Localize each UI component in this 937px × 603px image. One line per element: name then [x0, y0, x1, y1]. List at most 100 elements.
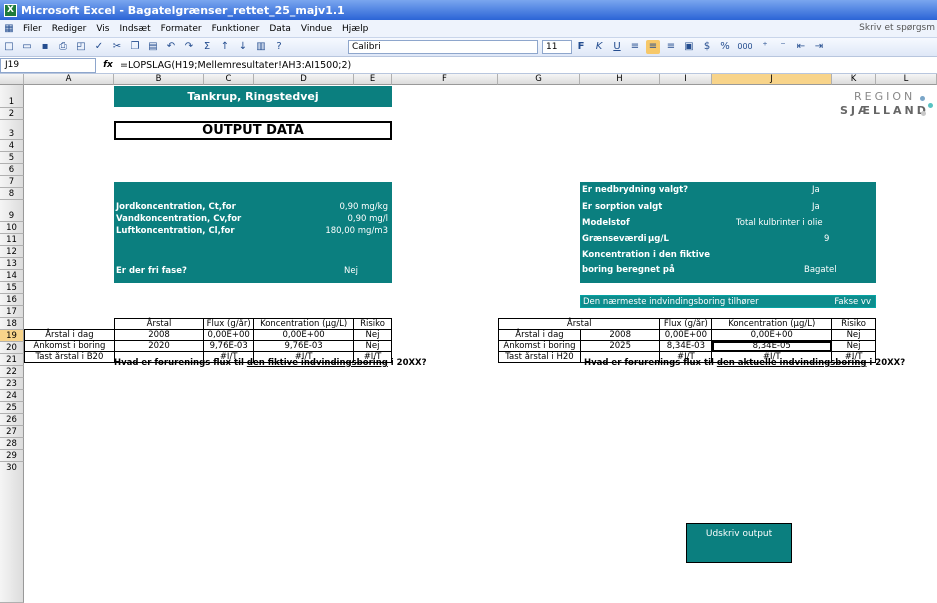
column-header-g[interactable]: G — [498, 74, 580, 85]
merge-center-icon[interactable]: ▣ — [682, 40, 696, 54]
row-header[interactable]: 4 — [0, 140, 24, 152]
row-header[interactable]: 30 — [0, 462, 24, 603]
chart-icon[interactable]: ▥ — [254, 40, 268, 54]
table-cell[interactable]: 2008 — [579, 329, 661, 341]
menu-rediger[interactable]: Rediger — [52, 24, 87, 34]
row-header[interactable]: 5 — [0, 152, 24, 164]
paste-icon[interactable]: ▤ — [146, 40, 160, 54]
table-cell[interactable]: 0,00E+00 — [203, 329, 255, 341]
row-header[interactable]: 15 — [0, 282, 24, 294]
column-header-j[interactable]: J — [712, 74, 832, 85]
menu-hjaelp[interactable]: Hjælp — [342, 24, 368, 34]
copy-icon[interactable]: ❐ — [128, 40, 142, 54]
table-cell[interactable]: Årstal i dag — [24, 329, 115, 341]
row-header[interactable]: 18 — [0, 318, 24, 330]
row-header[interactable]: 22 — [0, 366, 24, 378]
menu-filer[interactable]: Filer — [23, 24, 42, 34]
column-header-f[interactable]: F — [392, 74, 498, 85]
cut-icon[interactable]: ✂ — [110, 40, 124, 54]
redo-icon[interactable]: ↷ — [182, 40, 196, 54]
menu-vindue[interactable]: Vindue — [301, 24, 332, 34]
open-icon[interactable]: ▭ — [20, 40, 34, 54]
select-all-corner[interactable] — [0, 74, 24, 85]
table-cell[interactable]: 0,00E+00 — [659, 329, 713, 341]
row-header[interactable]: 23 — [0, 378, 24, 390]
column-header-e[interactable]: E — [354, 74, 392, 85]
table-cell[interactable]: 9,76E-03 — [203, 340, 255, 352]
table-cell[interactable] — [579, 351, 661, 363]
row-header[interactable]: 14 — [0, 270, 24, 282]
font-size-select[interactable]: 11 — [542, 40, 572, 54]
row-header[interactable]: 9 — [0, 200, 24, 222]
menu-data[interactable]: Data — [269, 24, 291, 34]
align-center-icon[interactable]: ≡ — [646, 40, 660, 54]
row-header[interactable]: 16 — [0, 294, 24, 306]
row-header[interactable]: 2 — [0, 108, 24, 120]
column-header-a[interactable]: A — [24, 74, 114, 85]
function-icon[interactable]: fx — [96, 60, 120, 70]
decrease-indent-icon[interactable]: ⇤ — [794, 40, 808, 54]
sum-icon[interactable]: Σ — [200, 40, 214, 54]
table-cell[interactable]: 2008 — [113, 329, 205, 341]
row-header[interactable]: 12 — [0, 246, 24, 258]
column-header-i[interactable]: I — [660, 74, 712, 85]
table-cell[interactable]: #I/T — [711, 351, 833, 363]
column-header-l[interactable]: L — [876, 74, 937, 85]
name-box[interactable]: J19 — [0, 57, 96, 73]
menu-funktioner[interactable]: Funktioner — [212, 24, 260, 34]
preview-icon[interactable]: ◰ — [74, 40, 88, 54]
align-right-icon[interactable]: ≡ — [664, 40, 678, 54]
row-header[interactable]: 8 — [0, 188, 24, 200]
row-header[interactable]: 11 — [0, 234, 24, 246]
table-cell[interactable]: #I/T — [659, 351, 713, 363]
percent-icon[interactable]: % — [718, 40, 732, 54]
column-header-d[interactable]: D — [254, 74, 354, 85]
table-cell[interactable]: 2025 — [579, 340, 661, 352]
table-cell[interactable]: #I/T — [353, 351, 392, 363]
row-header[interactable]: 19 — [0, 330, 24, 342]
table-cell[interactable]: Nej — [353, 329, 392, 341]
row-header[interactable]: 26 — [0, 414, 24, 426]
sort-asc-icon[interactable]: ↑ — [218, 40, 232, 54]
formula-input[interactable]: =LOPSLAG(H19;Mellemresultater!AH3:AI1500… — [120, 60, 351, 71]
workbook-icon[interactable]: ▦ — [2, 22, 16, 36]
currency-icon[interactable]: $ — [700, 40, 714, 54]
bold-icon[interactable]: F — [574, 40, 588, 54]
italic-icon[interactable]: K — [592, 40, 606, 54]
new-icon[interactable]: □ — [2, 40, 16, 54]
row-header[interactable]: 20 — [0, 342, 24, 354]
row-header[interactable]: 1 — [0, 85, 24, 108]
row-header[interactable]: 13 — [0, 258, 24, 270]
row-header[interactable]: 29 — [0, 450, 24, 462]
table-cell[interactable]: Ankomst i boring — [24, 340, 115, 352]
increase-indent-icon[interactable]: ⇥ — [812, 40, 826, 54]
table-cell[interactable]: 8,34E-03 — [659, 340, 713, 352]
table-cell[interactable]: 9,76E-03 — [253, 340, 355, 352]
row-header[interactable]: 21 — [0, 354, 24, 366]
print-icon[interactable]: ⎙ — [56, 40, 70, 54]
row-header[interactable]: 3 — [0, 120, 24, 140]
print-output-button[interactable]: Udskriv output — [686, 523, 792, 563]
menu-vis[interactable]: Vis — [96, 24, 109, 34]
decrease-decimal-icon[interactable]: ⁻ — [776, 40, 790, 54]
table-cell[interactable]: Tast årstal i B20 — [24, 351, 115, 363]
save-icon[interactable]: ▪ — [38, 40, 52, 54]
table-cell[interactable]: 0,00E+00 — [253, 329, 355, 341]
row-header[interactable]: 17 — [0, 306, 24, 318]
sort-desc-icon[interactable]: ↓ — [236, 40, 250, 54]
help-search-input[interactable]: Skriv et spørgsm — [859, 23, 935, 33]
help-icon[interactable]: ? — [272, 40, 286, 54]
column-header-c[interactable]: C — [204, 74, 254, 85]
underline-icon[interactable]: U — [610, 40, 624, 54]
column-header-k[interactable]: K — [832, 74, 876, 85]
spellcheck-icon[interactable]: ✓ — [92, 40, 106, 54]
table-cell[interactable]: Tast årstal i H20 — [498, 351, 581, 363]
increase-decimal-icon[interactable]: ⁺ — [758, 40, 772, 54]
row-header[interactable]: 25 — [0, 402, 24, 414]
menu-indsaet[interactable]: Indsæt — [119, 24, 150, 34]
table-cell[interactable]: 0,00E+00 — [711, 329, 833, 341]
table-cell[interactable]: Årstal i dag — [498, 329, 581, 341]
table-cell[interactable]: #I/T — [253, 351, 355, 363]
undo-icon[interactable]: ↶ — [164, 40, 178, 54]
row-header[interactable]: 24 — [0, 390, 24, 402]
